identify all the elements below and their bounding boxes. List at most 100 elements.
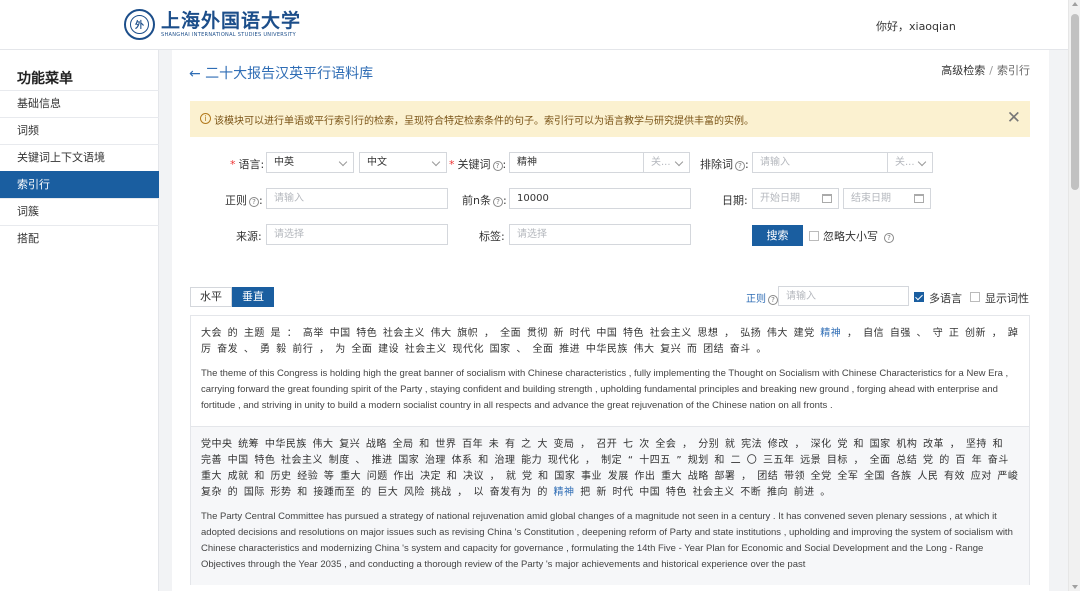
scroll-down-icon[interactable] [1072,585,1078,589]
help-icon[interactable]: ? [884,233,894,243]
vertical-view-button[interactable]: 垂直 [232,287,274,307]
close-icon[interactable]: ✕ [1007,108,1021,128]
help-icon[interactable]: ? [492,161,503,171]
sidebar-item-clusters[interactable]: 词簇 [0,198,159,225]
concordance-results: 大会 的 主题 是 ： 高举 中国 特色 社会主义 伟大 旗帜 ， 全面 贯彻 … [190,315,1030,591]
search-button[interactable]: 搜索 [752,225,803,246]
exclude-label: 排除词?: [700,158,749,171]
chevron-down-icon [431,157,441,167]
exclude-mode-select[interactable]: 关... [887,152,933,173]
multilingual-checkbox[interactable] [914,292,924,302]
language-select[interactable]: 中英 [266,152,354,173]
info-icon: i [200,113,211,124]
language-label: * 语言: [230,158,265,171]
regex-label: 正则?: [225,194,263,207]
sidebar-item-word-frequency[interactable]: 词频 [0,117,159,144]
topn-label: 前n条?: [462,194,507,207]
sidebar-item-collocation[interactable]: 搭配 [0,225,159,252]
exclude-input[interactable]: 请输入 [752,152,888,173]
source-placeholder: 请选择 [274,229,304,240]
topn-label-text: 前n条 [462,194,491,207]
top-header: 外 上海外国语大学 SHANGHAI INTERNATIONAL STUDIES… [0,0,1068,50]
info-alert: i 该模块可以进行单语或平行索引行的检索，呈现符合特定检索条件的句子。索引行可以… [190,101,1030,137]
chevron-down-icon [338,157,348,167]
help-icon[interactable]: ? [735,161,745,171]
filter-regex-input[interactable]: 请输入 [778,286,909,306]
keyword-mode-value: 关... [651,157,671,168]
keyword-mode-select[interactable]: 关... [643,152,690,173]
language2-select-value: 中文 [367,157,387,168]
start-date-placeholder: 开始日期 [760,193,800,204]
result-chinese-sentence: 大会 的 主题 是 ： 高举 中国 特色 社会主义 伟大 旗帜 ， 全面 贯彻 … [201,326,1019,358]
calendar-icon [914,194,924,203]
language-select-value: 中英 [274,157,294,168]
keyword-label-text: 关键词 [457,158,491,171]
language2-select[interactable]: 中文 [359,152,447,173]
breadcrumb-parent[interactable]: 高级检索 [941,64,985,77]
filter-regex-placeholder: 请输入 [786,291,816,302]
menu-title: 功能菜单 [17,71,73,87]
keyword-highlight: 精神 [553,487,575,498]
result-zh-before: 大会 的 主题 是 ： 高举 中国 特色 社会主义 伟大 旗帜 ， 全面 贯彻 … [201,328,821,339]
university-seal-icon: 外 [124,9,155,40]
help-icon[interactable]: ? [249,197,259,207]
scroll-up-icon[interactable] [1072,2,1078,6]
result-item: 大会 的 主题 是 ： 高举 中国 特色 社会主义 伟大 旗帜 ， 全面 贯彻 … [190,315,1030,426]
filter-regex-text: 正则 [746,294,766,305]
breadcrumb: 高级检索 / 索引行 [941,62,1030,78]
chevron-down-icon [674,157,684,167]
regex-label-text: 正则 [225,194,247,207]
tag-placeholder: 请选择 [517,229,547,240]
keyword-label: * 关键词?: [449,158,507,171]
end-date-input[interactable]: 结束日期 [843,188,931,209]
tag-select[interactable]: 请选择 [509,224,691,245]
keyword-input[interactable]: 精神 [509,152,644,173]
source-select[interactable]: 请选择 [266,224,448,245]
logo-chinese-name: 上海外国语大学 [161,10,302,32]
topn-value: 10000 [517,193,549,204]
exclude-label-text: 排除词 [700,158,733,171]
user-greeting[interactable]: 你好，xiaoqian [876,18,956,34]
date-label: 日期: [722,194,748,207]
breadcrumb-separator: / [989,64,993,77]
sidebar-item-concordance[interactable]: 索引行 [0,171,159,198]
keyword-input-value: 精神 [517,157,537,168]
result-chinese-sentence: 党中央 统筹 中华民族 伟大 复兴 战略 全局 和 世界 百年 未 有 之 大 … [201,437,1019,501]
back-link[interactable]: ← 二十大报告汉英平行语料库 [189,63,373,83]
main-panel: ← 二十大报告汉英平行语料库 高级检索 / 索引行 i 该模块可以进行单语或平行索引… [172,50,1049,591]
logo-english-name: SHANGHAI INTERNATIONAL STUDIES UNIVERSIT… [161,32,297,38]
ignore-case-label: 忽略大小写? [823,228,894,244]
tag-label: 标签: [479,230,505,243]
sidebar-item-kwic[interactable]: 关键词上下文语境 [0,144,159,171]
page-scrollbar[interactable] [1068,0,1080,591]
keyword-highlight: 精神 [820,328,842,339]
university-logo[interactable]: 外 上海外国语大学 SHANGHAI INTERNATIONAL STUDIES… [124,9,301,40]
ignore-case-checkbox[interactable] [809,231,819,241]
scrollbar-thumb[interactable] [1071,14,1079,190]
result-english-sentence: The theme of this Congress is holding hi… [201,368,1009,411]
result-english-sentence: The Party Central Committee has pursued … [201,511,1013,570]
sidebar-item-basic-info[interactable]: 基础信息 [0,90,159,117]
filter-regex-label: 正则? [746,290,778,305]
show-pos-checkbox[interactable] [970,292,980,302]
source-label: 来源: [236,230,262,243]
calendar-icon [822,194,832,203]
start-date-input[interactable]: 开始日期 [752,188,839,209]
regex-input[interactable]: 请输入 [266,188,448,209]
seal-char: 外 [130,15,149,34]
ignore-case-text: 忽略大小写 [823,230,878,243]
sidebar-menu: 基础信息 词频 关键词上下文语境 索引行 词簇 搭配 [0,90,159,252]
exclude-mode-value: 关... [895,157,915,168]
end-date-placeholder: 结束日期 [851,193,891,204]
exclude-placeholder: 请输入 [760,157,790,168]
language-label-text: 语言: [238,158,265,171]
result-zh-after: 把 新 时代 中国 特色 社会主义 不断 推向 前进 。 [574,487,831,498]
help-icon[interactable]: ? [768,295,778,305]
alert-text: 该模块可以进行单语或平行索引行的检索，呈现符合特定检索条件的句子。索引行可以为语… [214,116,754,127]
help-icon[interactable]: ? [492,197,503,207]
regex-placeholder: 请输入 [274,193,304,204]
topn-input[interactable]: 10000 [509,188,691,209]
chevron-down-icon [917,157,927,167]
multilingual-label: 多语言 [929,292,962,305]
horizontal-view-button[interactable]: 水平 [190,287,232,307]
